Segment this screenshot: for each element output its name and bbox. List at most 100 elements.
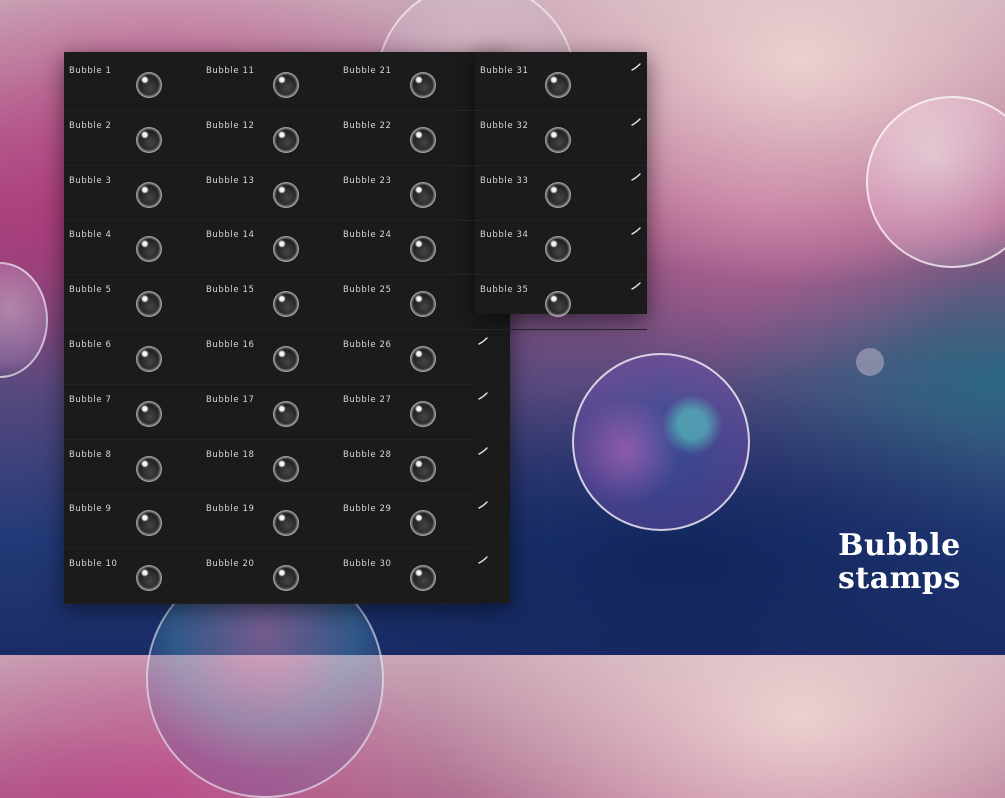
brush-preview-bubble (273, 565, 299, 592)
brush-preview-bubble (136, 565, 162, 592)
brush-item[interactable]: Bubble 15 (201, 276, 338, 331)
title-line-2: stamps (838, 561, 961, 596)
brush-preview-bubble (136, 181, 162, 208)
brush-preview-bubble (410, 455, 436, 482)
brush-preview-bubble (136, 400, 162, 427)
brush-preview-bubble (273, 510, 299, 537)
brush-item[interactable]: Bubble 28 (338, 441, 488, 495)
brush-item[interactable]: Bubble 23 (338, 167, 475, 221)
brush-stroke-icon (478, 446, 488, 455)
brush-item[interactable]: Bubble 14 (201, 221, 338, 276)
brush-name: Bubble 22 (343, 120, 392, 131)
brush-item[interactable]: Bubble 31 (475, 57, 647, 111)
brush-name: Bubble 1 (69, 66, 112, 76)
brush-preview-bubble (410, 181, 436, 208)
brush-preview-bubble (410, 400, 436, 427)
brush-item[interactable]: Bubble 3 (64, 167, 201, 221)
brush-item[interactable]: Bubble 9 (64, 495, 201, 550)
background-bubble-left (0, 262, 48, 378)
brush-name: Bubble 3 (69, 175, 112, 186)
brush-name: Bubble 4 (69, 230, 112, 241)
brush-name: Bubble 31 (480, 66, 529, 76)
brush-item[interactable]: Bubble 34 (475, 221, 647, 276)
brush-stroke-icon (478, 337, 488, 345)
brush-item[interactable]: Bubble 29 (338, 495, 488, 550)
brush-preview-bubble (410, 346, 436, 372)
brush-name: Bubble 21 (343, 66, 392, 76)
brush-item[interactable]: Bubble 22 (338, 112, 475, 166)
brush-item[interactable]: Bubble 26 (338, 331, 488, 385)
brush-item[interactable]: Bubble 6 (64, 331, 201, 385)
brush-stroke-icon (631, 63, 641, 71)
brush-item[interactable]: Bubble 7 (64, 386, 201, 440)
brush-item[interactable]: Bubble 13 (201, 167, 338, 221)
brush-item[interactable]: Bubble 1 (64, 57, 201, 111)
brush-item[interactable]: Bubble 27 (338, 386, 488, 440)
brush-name: Bubble 8 (69, 449, 112, 460)
brush-name: Bubble 14 (206, 230, 255, 241)
promo-title: Bubble stamps (838, 529, 961, 595)
brush-preview-bubble (273, 291, 299, 318)
brush-name: Bubble 33 (480, 175, 529, 186)
brush-name: Bubble 10 (69, 559, 118, 570)
brush-item[interactable]: Bubble 17 (201, 386, 338, 440)
brush-preview-bubble (410, 510, 436, 537)
background-bubble-right (866, 96, 1005, 268)
brush-preview-bubble (273, 455, 299, 482)
brush-item[interactable]: Bubble 12 (201, 112, 338, 166)
brush-preview-bubble (273, 181, 299, 208)
brush-item[interactable]: Bubble 10 (64, 550, 201, 605)
background-bubble-small (856, 348, 884, 376)
brush-item[interactable]: Bubble 21 (338, 57, 475, 111)
brush-item[interactable]: Bubble 24 (338, 221, 475, 276)
brush-item[interactable]: Bubble 25 (338, 276, 475, 331)
brush-preview-bubble (273, 72, 299, 98)
brush-name: Bubble 29 (343, 504, 392, 515)
brush-item[interactable]: Bubble 35 (475, 276, 647, 331)
brush-item[interactable]: Bubble 4 (64, 221, 201, 276)
brush-item[interactable]: Bubble 33 (475, 167, 647, 221)
brush-stroke-icon (631, 282, 641, 290)
background-bubble-large (572, 353, 750, 531)
brush-name: Bubble 17 (206, 394, 255, 405)
brush-item[interactable]: Bubble 18 (201, 441, 338, 495)
brush-item[interactable]: Bubble 2 (64, 112, 201, 166)
brush-name: Bubble 12 (206, 120, 255, 131)
brush-item[interactable]: Bubble 20 (201, 550, 338, 605)
brush-item[interactable]: Bubble 11 (201, 57, 338, 111)
brush-stroke-icon (478, 501, 488, 510)
brush-preview-bubble (273, 400, 299, 427)
title-line-1: Bubble (838, 528, 961, 563)
brush-name: Bubble 32 (480, 120, 529, 131)
brush-name: Bubble 23 (343, 175, 392, 186)
brush-preview-bubble (410, 126, 436, 153)
brush-name: Bubble 5 (69, 285, 112, 296)
brush-preview-bubble (136, 455, 162, 482)
brush-name: Bubble 18 (206, 449, 255, 460)
brush-item[interactable]: Bubble 5 (64, 276, 201, 331)
brush-name: Bubble 27 (343, 394, 392, 405)
brush-name: Bubble 16 (206, 340, 255, 350)
brush-name: Bubble 26 (343, 340, 392, 350)
brush-preview-bubble (545, 236, 571, 263)
brush-item[interactable]: Bubble 16 (201, 331, 338, 385)
brush-item[interactable]: Bubble 32 (475, 112, 647, 166)
brush-preview-bubble (545, 291, 571, 318)
brush-item[interactable]: Bubble 19 (201, 495, 338, 550)
brush-name: Bubble 7 (69, 394, 112, 405)
brush-name: Bubble 28 (343, 449, 392, 460)
brush-item[interactable]: Bubble 30 (338, 550, 488, 605)
brush-stroke-icon (631, 227, 641, 236)
brush-preview-bubble (273, 126, 299, 153)
brush-preview-bubble (545, 181, 571, 208)
brush-preview-bubble (410, 236, 436, 263)
brush-name: Bubble 19 (206, 504, 255, 515)
brush-preview-bubble (410, 72, 436, 98)
brush-name: Bubble 30 (343, 559, 392, 570)
brush-name: Bubble 25 (343, 285, 392, 296)
brush-preview-bubble (410, 291, 436, 318)
brush-preview-bubble (136, 72, 162, 98)
brush-name: Bubble 13 (206, 175, 255, 186)
brush-item[interactable]: Bubble 8 (64, 441, 201, 495)
brush-preview-bubble (136, 126, 162, 153)
